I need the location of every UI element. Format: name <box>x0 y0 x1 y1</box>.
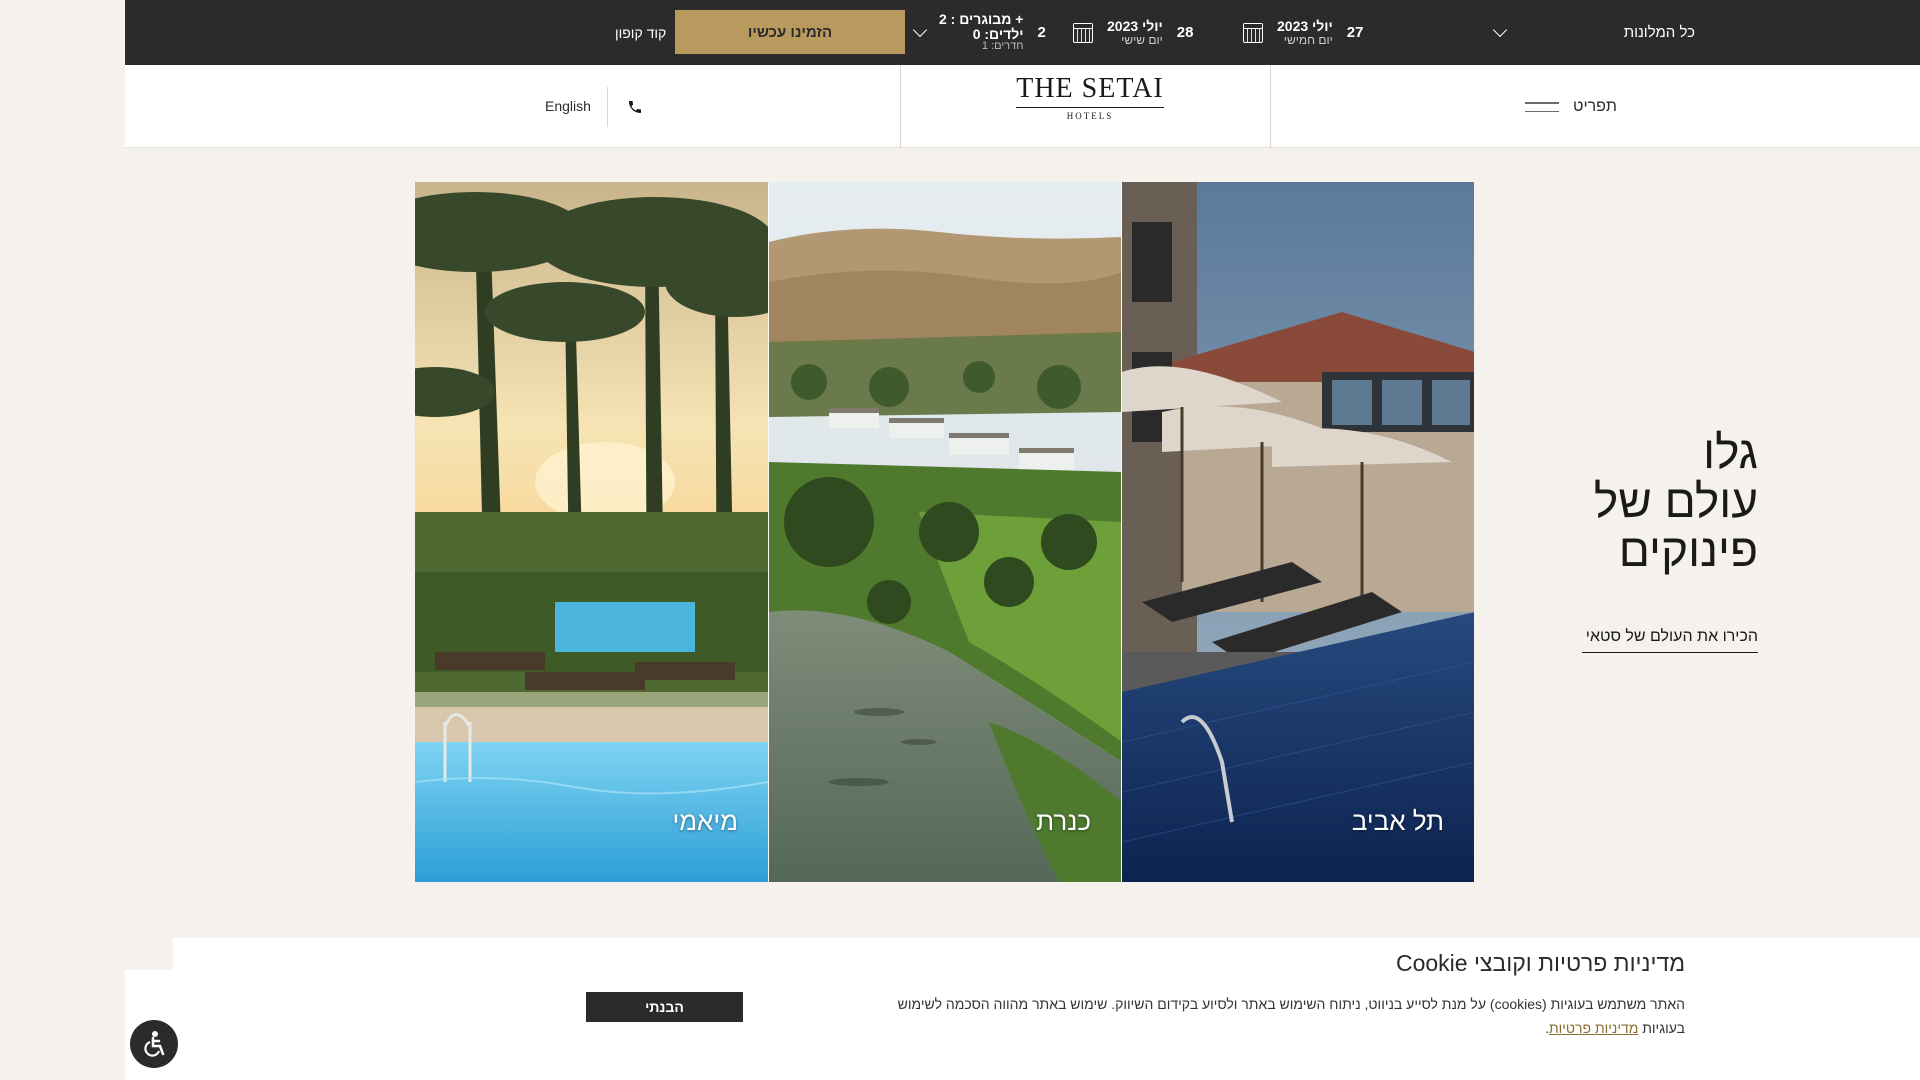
chevron-down-icon <box>1492 22 1508 37</box>
booking-bar: כל המלונות יולי 2023 יום חמישי 27 יולי 2… <box>125 0 1920 65</box>
site-logo[interactable]: THE SETAI HOTELS <box>1015 73 1165 121</box>
destination-panels: מיאמי כנרת תל אביב <box>415 182 1476 882</box>
hamburger-menu-icon <box>1525 102 1559 112</box>
site-header: תפריט THE SETAI HOTELS English <box>125 65 1920 148</box>
destination-card-miami[interactable]: מיאמי <box>415 182 768 882</box>
destination-label-miami: מיאמי <box>672 806 738 836</box>
chevron-down-icon <box>912 22 928 37</box>
cookie-accept-button[interactable]: הבנתי <box>586 992 743 1022</box>
book-now-button[interactable]: הזמינו עכשיו <box>675 10 905 54</box>
guests-adults: מבוגרים : 2 + <box>939 11 1024 28</box>
menu-button[interactable]: תפריט <box>1525 90 1617 124</box>
logo-sub-text: HOTELS <box>1066 111 1114 121</box>
checkin-day: 27 <box>1346 24 1364 41</box>
privacy-policy-link[interactable]: מדיניות פרטיות <box>1549 1020 1638 1036</box>
logo-main-text: THE SETAI <box>1016 73 1164 108</box>
miami-photo <box>415 182 768 882</box>
destination-card-kinneret[interactable]: כנרת <box>768 182 1121 882</box>
discover-world-link[interactable]: הכירו את העולם של סטאי <box>1582 628 1758 653</box>
cookie-text: האתר משתמש בעוגיות (cookies) על מנת לסיי… <box>897 996 1685 1036</box>
destination-label-kinneret: כנרת <box>1036 806 1091 836</box>
hero-title: גלו עולם של פינוקים <box>1500 428 1758 575</box>
header-divider <box>607 87 608 127</box>
phone-button[interactable] <box>615 87 655 127</box>
accessibility-button[interactable] <box>130 1020 178 1068</box>
header-divider <box>900 65 901 148</box>
destination-card-tel-aviv[interactable]: תל אביב <box>1121 182 1474 882</box>
destination-label-tel-aviv: תל אביב <box>1351 806 1444 836</box>
guests-rooms: חדרים: 1 <box>981 40 1024 53</box>
checkout-day: 28 <box>1176 24 1194 41</box>
checkin-weekday: יום חמישי <box>1283 32 1333 47</box>
tel-aviv-photo <box>1122 182 1474 882</box>
menu-label: תפריט <box>1573 98 1617 115</box>
phone-icon <box>629 101 641 113</box>
cookie-title: מדיניות פרטיות וקובצי Cookie <box>1395 950 1685 976</box>
header-divider <box>1270 65 1271 148</box>
hero-title-line: גלו <box>1703 426 1758 478</box>
checkin-date[interactable]: יולי 2023 יום חמישי 27 <box>1243 0 1443 65</box>
language-switch-link[interactable]: English <box>545 98 591 114</box>
hotel-select-label: כל המלונות <box>1623 24 1695 41</box>
coupon-code-link[interactable]: קוד קופון <box>615 0 666 65</box>
kinneret-photo <box>769 182 1121 882</box>
hero-title-line: פינוקים <box>1618 524 1758 576</box>
hero-title-line: עולם של <box>1593 475 1758 527</box>
guests-count: 2 <box>1037 24 1046 41</box>
checkin-month: יולי 2023 <box>1277 17 1333 34</box>
guests-children: ילדים: 0 <box>972 25 1024 42</box>
hotel-select[interactable]: כל המלונות <box>1492 0 1695 65</box>
guests-select[interactable]: מבוגרים : 2 + ילדים: 0 חדרים: 1 2 <box>912 0 1145 65</box>
accessibility-icon <box>144 1031 165 1057</box>
cookie-banner: מדיניות פרטיות וקובצי Cookie האתר משתמש … <box>173 938 1920 1080</box>
